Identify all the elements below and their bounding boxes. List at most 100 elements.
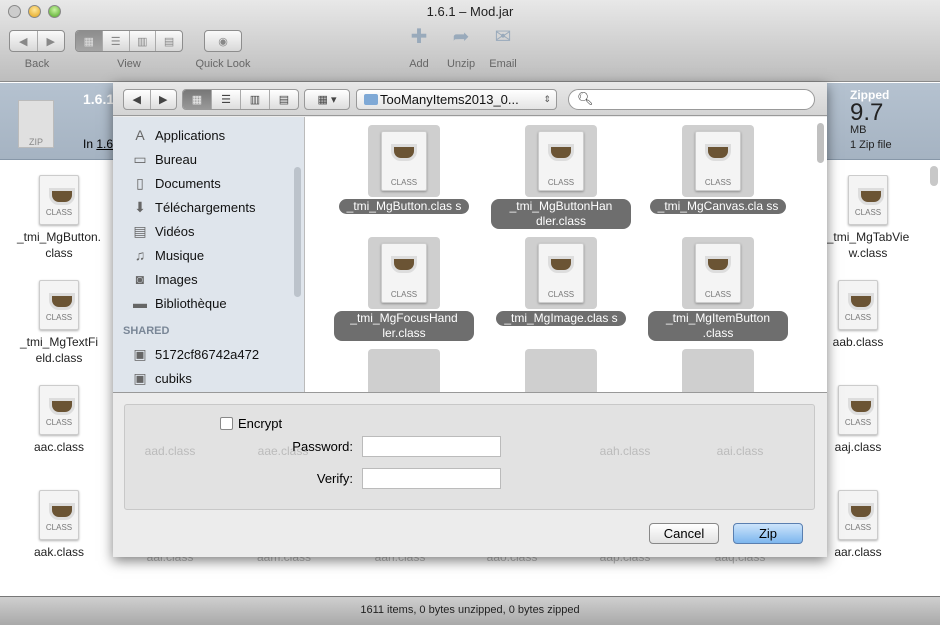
sidebar-item-cubiks[interactable]: ▣ cubiks xyxy=(131,368,191,388)
search-icon: 🔍︎ xyxy=(577,91,594,106)
dialog-sidebar: A Applications ▭ Bureau ▯ Documents ⬇ Téléch… xyxy=(113,117,305,392)
file-name: aah.class xyxy=(599,444,651,458)
dialog-view-switcher[interactable]: ▦ ☰ ▥ ▤ xyxy=(182,89,299,110)
location-prefix: In xyxy=(83,137,94,151)
verify-field[interactable] xyxy=(362,468,501,489)
forward-icon[interactable]: ▶ xyxy=(38,31,65,51)
encryption-box: aad.class aae.class aah.class aai.class … xyxy=(124,404,815,510)
browser-file-item[interactable]: _tmi_MgButton.clas s xyxy=(334,125,474,214)
path-label: TooManyItems2013_0... xyxy=(380,92,519,107)
unzip-button[interactable]: Unzip xyxy=(441,58,481,70)
add-icon[interactable]: ✚ xyxy=(404,24,434,56)
list-view-icon[interactable]: ☰ xyxy=(103,31,130,51)
unzip-icon[interactable]: ➦ xyxy=(446,24,476,56)
sidebar-item-applications[interactable]: A Applications xyxy=(131,125,225,145)
checkbox-box[interactable] xyxy=(220,417,233,430)
arrange-menu-button[interactable]: ▦ ▾ xyxy=(304,89,350,110)
cancel-button[interactable]: Cancel xyxy=(649,523,719,544)
camera-icon: ◙ xyxy=(135,271,145,287)
file-item[interactable]: _tmi_MgTextField.class xyxy=(9,280,109,366)
add-button[interactable]: Add xyxy=(399,58,439,70)
encrypt-checkbox[interactable]: Encrypt xyxy=(220,416,282,431)
class-file-icon xyxy=(39,490,79,540)
browser-file-item[interactable]: _tmi_MgFocusHand ler.class xyxy=(334,237,474,341)
coverflow-view-icon[interactable]: ▤ xyxy=(270,90,298,109)
encryption-options-panel: aad.class aae.class aah.class aai.class … xyxy=(113,392,827,557)
file-name: _tmi_MgButton.class xyxy=(16,230,102,260)
folder-icon xyxy=(364,94,378,105)
browser-scrollbar[interactable] xyxy=(817,123,824,163)
sidebar-scrollbar[interactable] xyxy=(294,167,301,297)
class-file-icon xyxy=(39,280,79,330)
browser-file-item[interactable]: _tmi_MgItemButton .class xyxy=(648,237,788,341)
icon-view-icon[interactable]: ▦ xyxy=(76,31,103,51)
column-view-icon[interactable]: ▥ xyxy=(241,90,270,109)
list-view-icon[interactable]: ☰ xyxy=(212,90,241,109)
file-name: _tmi_MgTextField.class xyxy=(19,335,99,365)
class-file-icon xyxy=(381,243,427,303)
browser-file-item[interactable]: _tmi_MgCanvas.cla ss xyxy=(648,125,788,214)
dialog-file-browser: _tmi_MgButton.clas s _tmi_MgButtonHan dl… xyxy=(305,117,827,392)
forward-icon[interactable]: ▶ xyxy=(151,90,177,109)
music-icon: ♫ xyxy=(134,247,146,263)
view-switcher[interactable]: ▦ ☰ ▥ ▤ xyxy=(75,30,183,52)
sidebar-item-musique[interactable]: ♫ Musique xyxy=(131,245,204,265)
computer-icon: ▣ xyxy=(133,345,147,362)
sidebar-item-label: Musique xyxy=(155,247,205,263)
zipped-size: 9.7 xyxy=(850,99,884,126)
coverflow-view-icon[interactable]: ▤ xyxy=(156,31,182,51)
file-item[interactable]: aak.class xyxy=(9,490,109,560)
sidebar-item-bureau[interactable]: ▭ Bureau xyxy=(131,149,197,169)
documents-icon: ▯ xyxy=(136,174,144,191)
dialog-toolbar: ◀ ▶ ▦ ☰ ▥ ▤ ▦ ▾ TooManyItems2013_0... ⇕ 🔍︎ xyxy=(113,82,827,116)
computer-icon: ▣ xyxy=(133,369,147,386)
zip-button[interactable]: Zip xyxy=(733,523,803,544)
zip-archive-icon: ZIP xyxy=(18,100,54,148)
sidebar-item-label: Bibliothèque xyxy=(155,295,227,311)
browser-file-item[interactable]: _tmi_MgImage.clas s xyxy=(491,237,631,326)
browser-file-item[interactable] xyxy=(491,349,631,392)
back-icon[interactable]: ◀ xyxy=(124,90,151,109)
window-title: 1.6.1 – Mod.jar xyxy=(426,4,514,19)
browser-file-item[interactable] xyxy=(648,349,788,392)
sidebar-item-label: Téléchargements xyxy=(155,199,256,215)
file-item[interactable]: _tmi_MgButton.class xyxy=(9,175,109,261)
sidebar-item-videos[interactable]: ▤ Vidéos xyxy=(131,221,194,241)
icon-view-icon[interactable]: ▦ xyxy=(183,90,212,109)
sidebar-item-telechargements[interactable]: ⬇ Téléchargements xyxy=(131,197,255,217)
quick-look-button[interactable]: ◉ xyxy=(204,30,242,52)
sidebar-item-label: Bureau xyxy=(155,151,197,167)
sidebar-item-shared-computer[interactable]: ▣ 5172cf86742a472 xyxy=(131,344,259,364)
column-view-icon[interactable]: ▥ xyxy=(130,31,157,51)
file-name: _tmi_MgFocusHand ler.class xyxy=(334,311,474,341)
email-icon[interactable]: ✉ xyxy=(488,24,518,56)
class-file-icon xyxy=(838,280,878,330)
class-file-icon xyxy=(838,490,878,540)
email-button[interactable]: Email xyxy=(483,58,523,70)
password-label: Password: xyxy=(292,439,353,454)
main-scrollbar[interactable] xyxy=(930,166,938,186)
back-icon[interactable]: ◀ xyxy=(10,31,38,51)
sidebar-item-images[interactable]: ◙ Images xyxy=(131,269,198,289)
browser-file-item[interactable]: _tmi_MgButtonHan dler.class xyxy=(491,125,631,229)
file-name: _tmi_MgImage.clas s xyxy=(496,311,626,326)
file-name: _tmi_MgCanvas.cla ss xyxy=(649,199,787,214)
back-forward-buttons[interactable]: ◀ ▶ xyxy=(9,30,65,52)
file-name: aak.class xyxy=(33,545,85,559)
sidebar-item-documents[interactable]: ▯ Documents xyxy=(131,173,221,193)
sidebar-item-bibliotheque[interactable]: ▬ Bibliothèque xyxy=(131,293,227,313)
file-item[interactable]: aac.class xyxy=(9,385,109,455)
sidebar-item-label: Documents xyxy=(155,175,221,191)
search-input[interactable]: 🔍︎ xyxy=(568,89,815,110)
class-file-icon xyxy=(838,385,878,435)
zipped-summary: Zipped 9.7 MB 1 Zip file xyxy=(850,88,892,151)
browser-file-item[interactable] xyxy=(334,349,474,392)
folder-icon: ▬ xyxy=(133,295,147,311)
verify-label: Verify: xyxy=(316,471,353,486)
path-popup[interactable]: TooManyItems2013_0... ⇕ xyxy=(356,89,557,110)
password-field[interactable] xyxy=(362,436,501,457)
class-file-icon xyxy=(538,131,584,191)
shared-header: SHARED xyxy=(123,325,170,337)
class-file-icon xyxy=(39,385,79,435)
dialog-back-forward[interactable]: ◀ ▶ xyxy=(123,89,177,110)
